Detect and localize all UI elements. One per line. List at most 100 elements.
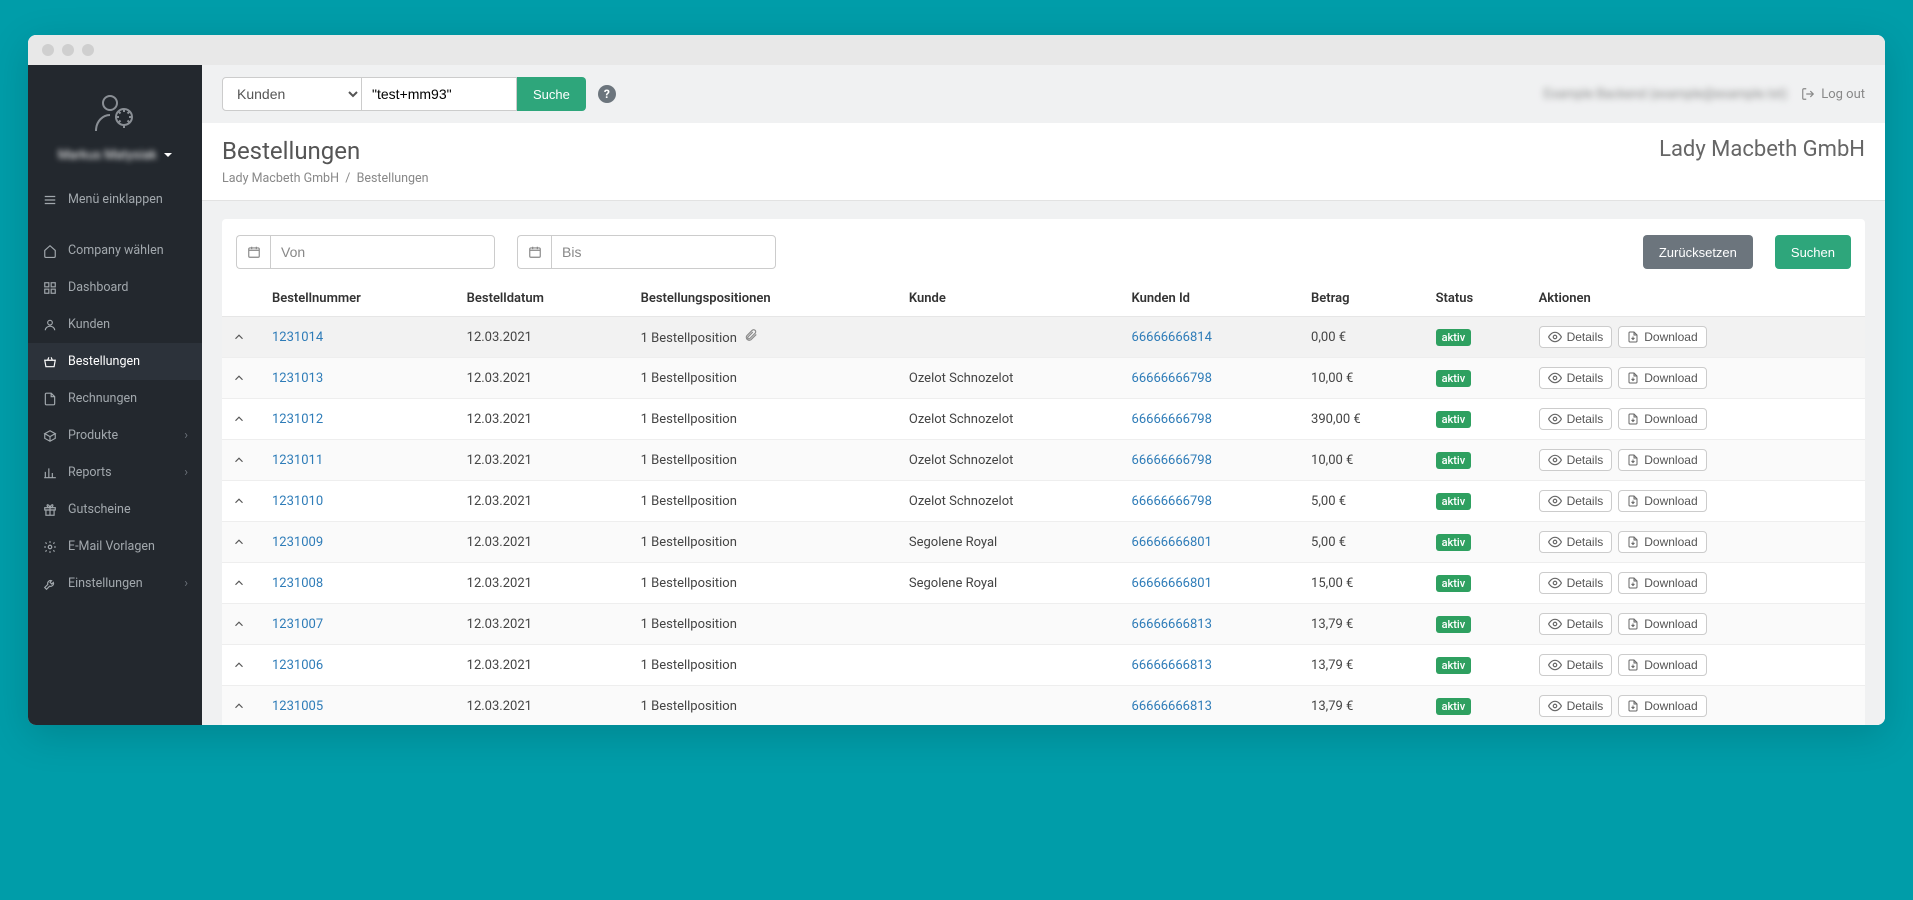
download-button[interactable]: Download [1618,654,1706,676]
expand-toggle[interactable] [232,453,252,467]
window-dot[interactable] [82,44,94,56]
help-icon[interactable]: ? [598,85,616,103]
order-number-link[interactable]: 1231011 [272,453,323,468]
details-button[interactable]: Details [1539,654,1613,676]
details-button[interactable]: Details [1539,695,1613,717]
window-titlebar [28,35,1885,65]
order-date: 12.03.2021 [457,563,631,604]
order-number-link[interactable]: 1231007 [272,617,323,632]
sidebar-item-rechnungen[interactable]: Rechnungen [28,380,202,417]
order-number-link[interactable]: 1231008 [272,576,323,591]
order-date: 12.03.2021 [457,645,631,686]
order-number-link[interactable]: 1231013 [272,371,323,386]
download-button[interactable]: Download [1618,326,1706,348]
download-button[interactable]: Download [1618,531,1706,553]
details-button[interactable]: Details [1539,367,1613,389]
window-dot[interactable] [62,44,74,56]
order-number-link[interactable]: 1231010 [272,494,323,509]
order-positions: 1 Bestellposition [631,604,899,645]
order-positions: 1 Bestellposition [631,522,899,563]
filter-search-button[interactable]: Suchen [1775,235,1851,269]
expand-toggle[interactable] [232,699,252,713]
expand-toggle[interactable] [232,330,252,344]
details-button[interactable]: Details [1539,490,1613,512]
download-button[interactable]: Download [1618,695,1706,717]
expand-toggle[interactable] [232,371,252,385]
customer-id-link[interactable]: 66666666801 [1132,576,1212,591]
th-betrag: Betrag [1301,281,1426,317]
download-button[interactable]: Download [1618,613,1706,635]
sidebar-item-reports[interactable]: Reports› [28,454,202,491]
sidebar-item-label: Bestellungen [68,354,140,369]
sidebar-item-company-wählen[interactable]: Company wählen [28,232,202,269]
download-button[interactable]: Download [1618,572,1706,594]
details-button[interactable]: Details [1539,613,1613,635]
download-button[interactable]: Download [1618,408,1706,430]
sidebar-item-einstellungen[interactable]: Einstellungen› [28,565,202,602]
date-from-input[interactable] [270,235,495,269]
sidebar-item-bestellungen[interactable]: Bestellungen [28,343,202,380]
order-date: 12.03.2021 [457,522,631,563]
th-status: Status [1426,281,1529,317]
search-button[interactable]: Suche [517,77,586,111]
customer-id-link[interactable]: 66666666798 [1132,453,1212,468]
details-button[interactable]: Details [1539,572,1613,594]
expand-toggle[interactable] [232,412,252,426]
customer-id-link[interactable]: 66666666798 [1132,371,1212,386]
customer-id-link[interactable]: 66666666814 [1132,330,1212,345]
sidebar-item-produkte[interactable]: Produkte› [28,417,202,454]
expand-toggle[interactable] [232,576,252,590]
details-button[interactable]: Details [1539,326,1613,348]
order-number-link[interactable]: 1231012 [272,412,323,427]
customer-id-link[interactable]: 66666666813 [1132,617,1212,632]
breadcrumb-section: Bestellungen [357,171,429,186]
th-kundenid: Kunden Id [1122,281,1302,317]
customer-id-link[interactable]: 66666666801 [1132,535,1212,550]
topbar: Kunden Suche ? Example Backend (example@… [202,65,1885,123]
details-button[interactable]: Details [1539,531,1613,553]
details-button[interactable]: Details [1539,408,1613,430]
calendar-icon [517,235,551,269]
sidebar-item-e-mail-vorlagen[interactable]: E-Mail Vorlagen [28,528,202,565]
order-number-link[interactable]: 1231005 [272,699,323,714]
sidebar-item-menü-einklappen[interactable]: Menü einklappen [28,181,202,218]
page-header: Bestellungen Lady Macbeth GmbH / Bestell… [202,123,1885,201]
sidebar-item-gutscheine[interactable]: Gutscheine [28,491,202,528]
customer-id-link[interactable]: 66666666813 [1132,699,1212,714]
search-input[interactable] [362,77,517,111]
order-number-link[interactable]: 1231014 [272,330,323,345]
reset-button[interactable]: Zurücksetzen [1643,235,1753,269]
breadcrumb-company[interactable]: Lady Macbeth GmbH [222,171,339,186]
order-number-link[interactable]: 1231006 [272,658,323,673]
sidebar-username[interactable]: Markus Matysiak [58,148,157,163]
expand-toggle[interactable] [232,658,252,672]
search-category-select[interactable]: Kunden [222,77,362,111]
order-positions: 1 Bestellposition [631,358,899,399]
details-button[interactable]: Details [1539,449,1613,471]
customer-id-link[interactable]: 66666666798 [1132,494,1212,509]
expand-toggle[interactable] [232,494,252,508]
customer-id-link[interactable]: 66666666798 [1132,412,1212,427]
user-avatar-icon [90,87,140,137]
logout-link[interactable]: Log out [1801,87,1865,102]
order-positions: 1 Bestellposition [631,645,899,686]
order-date: 12.03.2021 [457,440,631,481]
customer-name: Segolene Royal [899,563,1122,604]
window-dot[interactable] [42,44,54,56]
expand-toggle[interactable] [232,617,252,631]
date-to-input[interactable] [551,235,776,269]
status-badge: aktiv [1436,493,1472,510]
order-positions: 1 Bestellposition [631,563,899,604]
order-number-link[interactable]: 1231009 [272,535,323,550]
sidebar-item-dashboard[interactable]: Dashboard [28,269,202,306]
download-button[interactable]: Download [1618,367,1706,389]
download-button[interactable]: Download [1618,490,1706,512]
expand-toggle[interactable] [232,535,252,549]
order-date: 12.03.2021 [457,604,631,645]
gift-icon [42,503,58,517]
table-row: 123100512.03.20211 Bestellposition666666… [222,686,1865,726]
download-button[interactable]: Download [1618,449,1706,471]
customer-id-link[interactable]: 66666666813 [1132,658,1212,673]
sidebar-item-kunden[interactable]: Kunden [28,306,202,343]
sidebar: Markus Matysiak Menü einklappen Company w… [28,65,202,725]
